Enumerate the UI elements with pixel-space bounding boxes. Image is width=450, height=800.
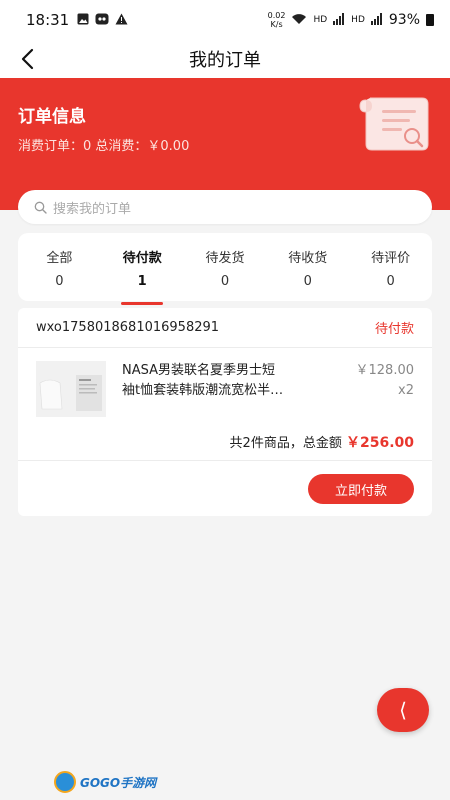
search-icon: [34, 201, 47, 214]
page-title: 我的订单: [189, 50, 261, 71]
hd-label-2: HD: [351, 15, 365, 25]
tab-label: 全部: [46, 251, 73, 266]
back-button[interactable]: [14, 46, 40, 72]
tab-pending-review[interactable]: 待评价 0: [349, 233, 432, 301]
watermark-text: GOGO手游网: [80, 775, 157, 790]
signal-icon-1: [333, 12, 345, 28]
product-name-line-1: NASA男装联名夏季男士短: [122, 363, 276, 378]
status-time: 18:31: [26, 11, 70, 29]
product-name-line-2: 袖t恤套装韩版潮流宽松半…: [122, 383, 284, 398]
tab-label: 待发货: [205, 251, 245, 266]
order-header: wxo1758018681016958291 待付款: [18, 308, 432, 348]
tab-count: 0: [220, 274, 230, 289]
battery-icon: [426, 14, 434, 26]
order-info-title: 订单信息: [18, 107, 86, 127]
tab-pending-payment[interactable]: 待付款 1: [101, 233, 184, 305]
chevron-left-icon: ⟨: [399, 698, 407, 722]
warning-icon: [115, 13, 128, 28]
product-row[interactable]: PRODUCT DETAILS NASA男装联名夏季男士短 袖t恤套装韩版潮流宽…: [18, 348, 432, 420]
order-actions: 立即付款: [18, 461, 432, 517]
order-id: wxo1758018681016958291: [36, 320, 220, 335]
app-notification-icon: [95, 13, 109, 28]
tab-count: 1: [137, 274, 147, 289]
product-quantity: x2: [398, 383, 414, 398]
tab-count: 0: [386, 274, 395, 289]
tab-pending-shipment[interactable]: 待发货 0: [184, 233, 267, 301]
tab-all[interactable]: 全部 0: [18, 233, 101, 301]
gallery-icon: [77, 13, 89, 28]
status-bar: 18:31 0.02 K/s HD HD 93%: [0, 0, 450, 40]
tab-count: 0: [303, 274, 312, 289]
watermark-logo-icon: [54, 771, 76, 793]
nav-bar: 我的订单: [0, 40, 450, 78]
total-amount: ￥256.00: [345, 435, 414, 451]
order-total: 共2件商品，总金额 ￥256.00: [18, 420, 432, 460]
tab-label: 待付款: [122, 251, 162, 266]
net-speed-unit: K/s: [270, 20, 283, 29]
active-tab-indicator: [121, 302, 164, 305]
scroll-illustration-icon: [359, 97, 429, 151]
product-price: ￥128.00: [355, 363, 415, 378]
battery-level: 93%: [388, 12, 420, 28]
floating-back-button[interactable]: ⟨: [377, 688, 429, 732]
product-image: [36, 361, 106, 417]
product-price-block: ￥128.00 x2: [356, 361, 415, 420]
status-indicators: 0.02 K/s HD HD 93%: [268, 11, 434, 29]
tab-pending-receipt[interactable]: 待收货 0: [266, 233, 349, 301]
net-speed-value: 0.02: [267, 11, 286, 20]
pay-now-button[interactable]: 立即付款: [308, 474, 414, 504]
watermark: GOGO手游网: [54, 770, 156, 794]
wifi-icon: [291, 13, 307, 28]
total-label: 共2件商品，总金额: [229, 436, 342, 451]
product-thumbnail: PRODUCT DETAILS: [36, 361, 106, 417]
tab-label: 待评价: [371, 251, 411, 266]
order-card[interactable]: wxo1758018681016958291 待付款 PRODUCT DETAI…: [18, 308, 432, 516]
hd-label-1: HD: [313, 15, 328, 25]
tab-count: 0: [55, 274, 64, 289]
net-speed: 0.02 K/s: [268, 11, 286, 29]
order-summary: 消费订单：0 总消费：￥0.00: [18, 139, 190, 154]
order-tabs: 全部 0 待付款 1 待发货 0 待收货 0 待评价 0: [18, 233, 432, 305]
tab-label: 待收货: [288, 251, 328, 266]
product-name: NASA男装联名夏季男士短 袖t恤套装韩版潮流宽松半…: [122, 361, 330, 420]
search-input[interactable]: 搜索我的订单: [53, 198, 131, 217]
signal-icon-2: [370, 12, 383, 28]
chevron-left-icon: [21, 48, 34, 70]
search-bar[interactable]: 搜索我的订单: [18, 190, 432, 224]
order-status: 待付款: [374, 322, 414, 337]
